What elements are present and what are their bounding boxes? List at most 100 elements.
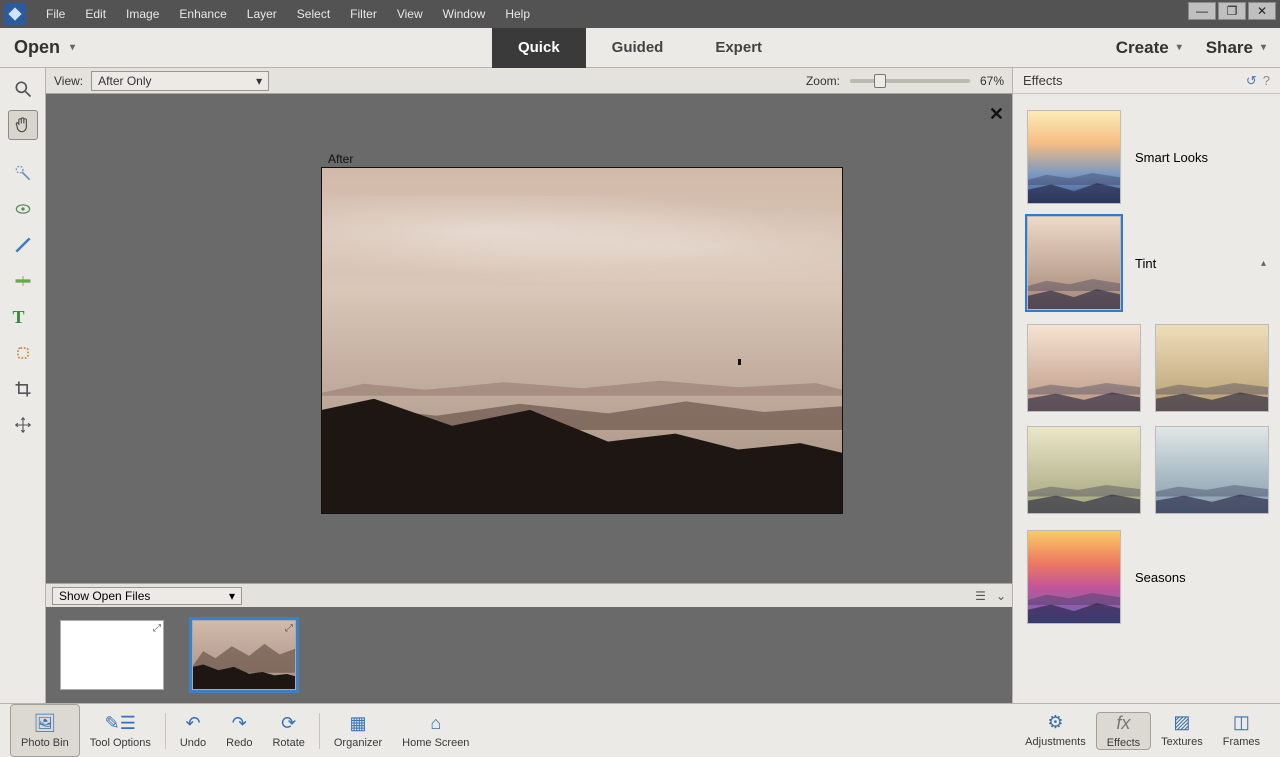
- bin-sort-icon[interactable]: ☰: [975, 589, 986, 603]
- mode-tabs: Quick Guided Expert: [492, 28, 788, 68]
- chevron-down-icon: ▾: [1261, 42, 1266, 53]
- view-label: View:: [54, 74, 83, 88]
- organizer-icon: ▦: [350, 713, 367, 735]
- window-restore-button[interactable]: ❐: [1218, 2, 1246, 20]
- eye-tool[interactable]: [8, 194, 38, 224]
- after-label: After: [328, 152, 353, 166]
- redo-button[interactable]: ↷Redo: [216, 704, 262, 757]
- photo-bin-select[interactable]: Show Open Files ▾: [52, 587, 242, 605]
- tint-variant-4[interactable]: [1155, 426, 1269, 514]
- move-tool[interactable]: [8, 410, 38, 440]
- effects-icon: fx: [1116, 713, 1130, 735]
- photo-bin-thumb-2[interactable]: ⤢: [192, 620, 296, 690]
- photo-bin-icon: 🖼: [33, 713, 56, 735]
- hand-tool[interactable]: [8, 110, 38, 140]
- separator: [319, 713, 320, 749]
- straighten-tool[interactable]: [8, 266, 38, 296]
- crop-tool[interactable]: [8, 374, 38, 404]
- effects-panel: Effects ↺ ? Smart Looks Tint ▴: [1012, 68, 1280, 703]
- undo-icon: ↶: [185, 713, 200, 735]
- reset-icon[interactable]: ↺: [1246, 73, 1257, 89]
- menu-image[interactable]: Image: [116, 0, 169, 28]
- effects-title: Effects: [1023, 73, 1063, 88]
- menu-enhance[interactable]: Enhance: [169, 0, 236, 28]
- canvas-area: ✕ After: [46, 94, 1012, 583]
- tab-quick[interactable]: Quick: [492, 28, 586, 68]
- toolbox: T: [0, 68, 46, 703]
- separator: [165, 713, 166, 749]
- view-bar: View: After Only ▾ Zoom: 67%: [46, 68, 1012, 94]
- chevron-down-icon: ▾: [70, 42, 75, 53]
- menu-edit[interactable]: Edit: [75, 0, 116, 28]
- photo-bin-thumb-1[interactable]: ⤢: [60, 620, 164, 690]
- tool-options-icon: ✎☰: [105, 713, 136, 735]
- effect-category-seasons[interactable]: Seasons: [1023, 524, 1270, 630]
- close-document-button[interactable]: ✕: [989, 104, 1004, 125]
- tab-expert[interactable]: Expert: [689, 28, 788, 68]
- expand-icon: ⤢: [153, 623, 161, 634]
- undo-button[interactable]: ↶Undo: [170, 704, 216, 757]
- type-tool[interactable]: T: [8, 302, 38, 332]
- view-select[interactable]: After Only ▾: [91, 71, 269, 91]
- menu-select[interactable]: Select: [287, 0, 340, 28]
- tint-variant-1[interactable]: [1027, 324, 1141, 412]
- menu-view[interactable]: View: [387, 0, 433, 28]
- redo-icon: ↷: [232, 713, 247, 735]
- bottom-bar: 🖼Photo Bin ✎☰Tool Options ↶Undo ↷Redo ⟳R…: [0, 703, 1280, 757]
- spot-heal-tool[interactable]: [8, 338, 38, 368]
- open-menu-button[interactable]: Open ▾: [14, 37, 75, 58]
- adjustments-button[interactable]: ⚙Adjustments: [1015, 712, 1096, 748]
- organizer-button[interactable]: ▦Organizer: [324, 704, 392, 757]
- frames-icon: ◫: [1233, 712, 1250, 734]
- tool-options-button[interactable]: ✎☰Tool Options: [80, 704, 161, 757]
- adjustments-icon: ⚙: [1047, 712, 1063, 734]
- photo-bin: ⤢ ⤢: [46, 607, 1012, 703]
- textures-button[interactable]: ▨Textures: [1151, 712, 1213, 748]
- window-minimize-button[interactable]: —: [1188, 2, 1216, 20]
- tint-variant-3[interactable]: [1027, 426, 1141, 514]
- app-icon: [4, 3, 26, 25]
- bin-collapse-icon[interactable]: ⌄: [996, 589, 1006, 603]
- zoom-slider-thumb[interactable]: [874, 74, 886, 88]
- menu-filter[interactable]: Filter: [340, 0, 387, 28]
- chevron-down-icon: ▾: [229, 589, 235, 603]
- seasons-label: Seasons: [1135, 570, 1186, 585]
- zoom-value: 67%: [980, 74, 1004, 88]
- chevron-up-icon[interactable]: ▴: [1261, 258, 1266, 269]
- create-menu-button[interactable]: Create▾: [1116, 38, 1182, 58]
- zoom-tool[interactable]: [8, 74, 38, 104]
- window-close-button[interactable]: ✕: [1248, 2, 1276, 20]
- expand-icon: ⤢: [285, 623, 293, 634]
- tint-label: Tint: [1135, 256, 1156, 271]
- photo-bin-button[interactable]: 🖼Photo Bin: [10, 704, 80, 757]
- zoom-label: Zoom:: [806, 74, 840, 88]
- menu-window[interactable]: Window: [433, 0, 496, 28]
- effect-category-tint[interactable]: Tint ▴: [1023, 210, 1270, 316]
- menu-layer[interactable]: Layer: [237, 0, 287, 28]
- effects-panel-header: Effects ↺ ?: [1013, 68, 1280, 94]
- menu-help[interactable]: Help: [495, 0, 540, 28]
- help-icon[interactable]: ?: [1263, 73, 1270, 89]
- document-canvas[interactable]: [322, 168, 842, 513]
- smart-looks-label: Smart Looks: [1135, 150, 1208, 165]
- effect-category-smart-looks[interactable]: Smart Looks: [1023, 104, 1270, 210]
- rotate-icon: ⟳: [281, 713, 296, 735]
- effects-button[interactable]: fxEffects: [1096, 712, 1151, 750]
- textures-icon: ▨: [1173, 712, 1190, 734]
- home-icon: ⌂: [430, 713, 441, 735]
- rotate-button[interactable]: ⟳Rotate: [262, 704, 314, 757]
- zoom-slider[interactable]: [850, 79, 970, 83]
- chevron-down-icon: ▾: [256, 74, 262, 88]
- photo-bin-bar: Show Open Files ▾ ☰ ⌄: [46, 583, 1012, 607]
- tint-variant-2[interactable]: [1155, 324, 1269, 412]
- tab-guided[interactable]: Guided: [586, 28, 690, 68]
- frames-button[interactable]: ◫Frames: [1213, 712, 1270, 748]
- menu-file[interactable]: File: [36, 0, 75, 28]
- open-label: Open: [14, 37, 60, 58]
- home-screen-button[interactable]: ⌂Home Screen: [392, 704, 479, 757]
- share-menu-button[interactable]: Share▾: [1206, 38, 1266, 58]
- menu-bar: File Edit Image Enhance Layer Select Fil…: [0, 0, 1280, 28]
- chevron-down-icon: ▾: [1177, 42, 1182, 53]
- quick-select-tool[interactable]: [8, 158, 38, 188]
- whiten-teeth-tool[interactable]: [8, 230, 38, 260]
